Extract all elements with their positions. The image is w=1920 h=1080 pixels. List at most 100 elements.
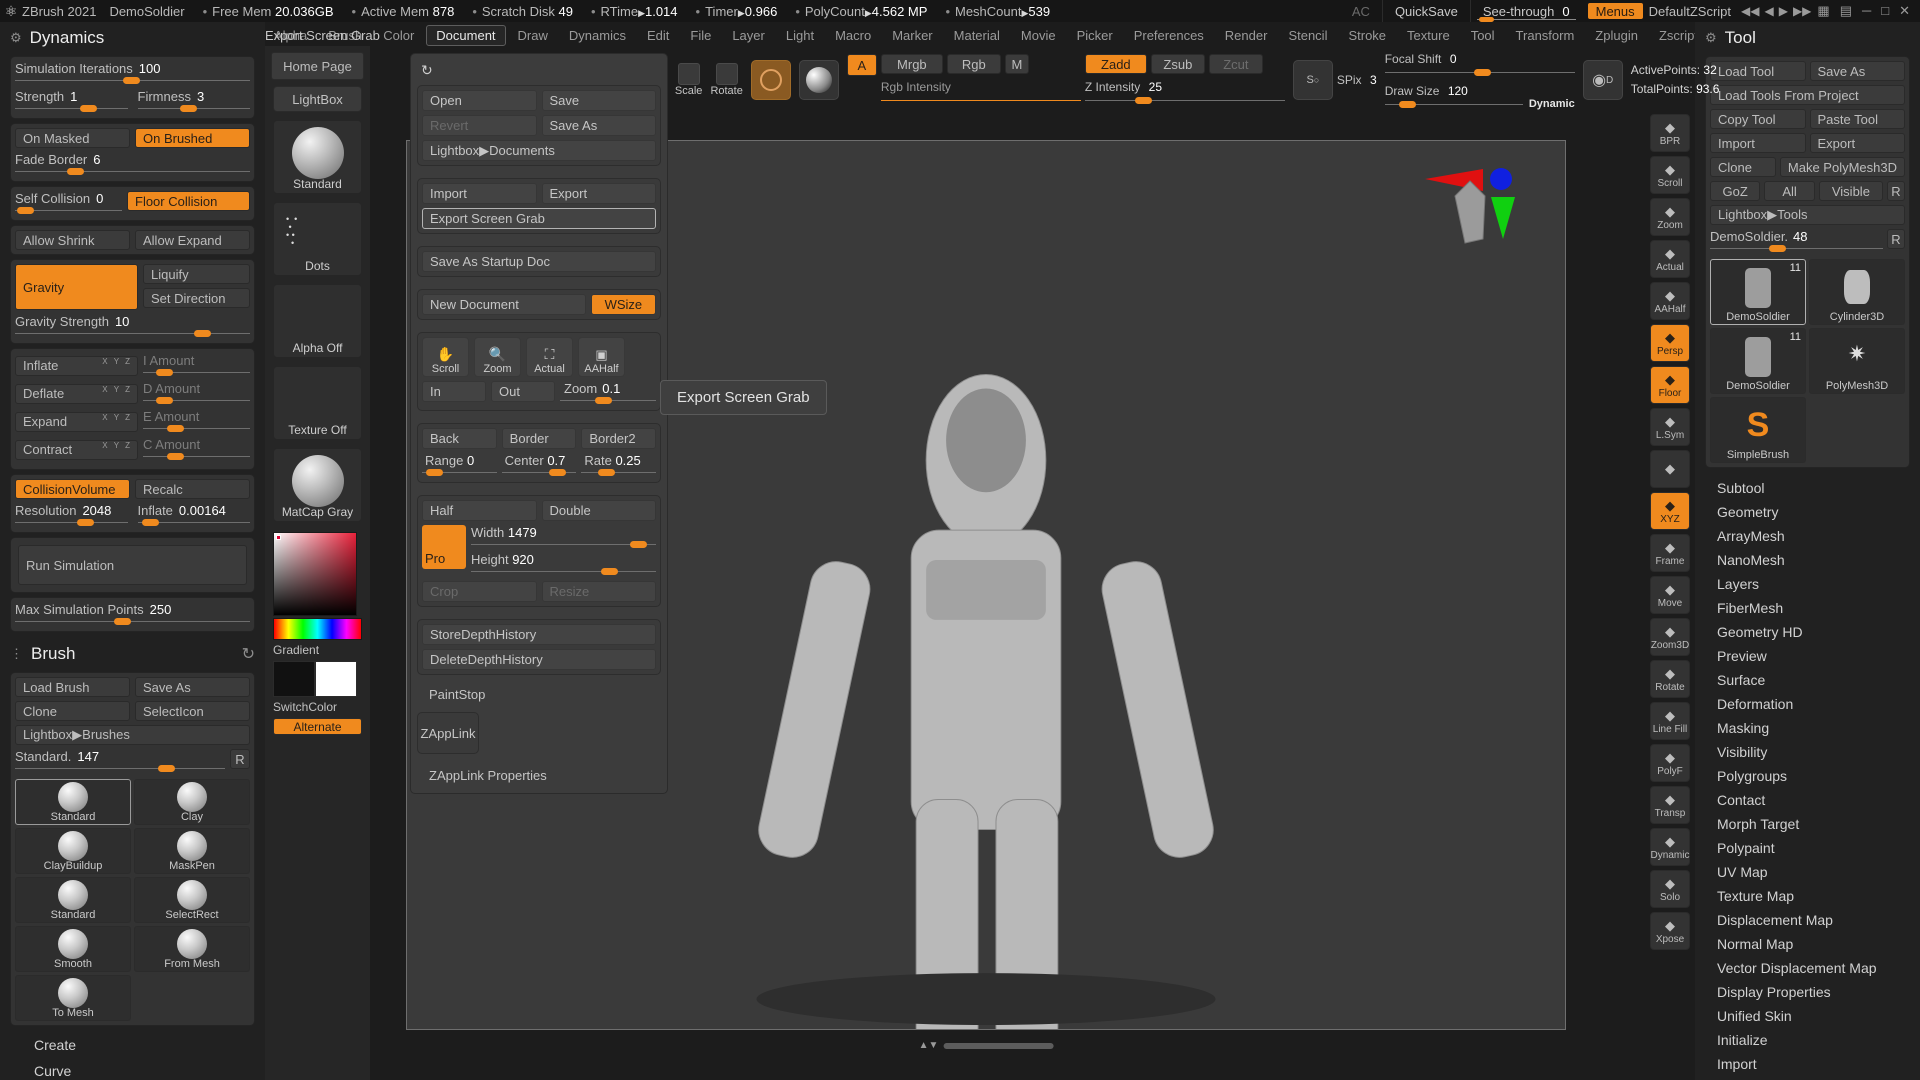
tool-thumb-demosoldier[interactable]: 11 DemoSoldier [1710, 259, 1806, 325]
right-tool-frame[interactable]: ◆ Frame [1650, 534, 1690, 572]
store-depth-history-button[interactable]: StoreDepthHistory [422, 624, 656, 645]
right-tool-rotate[interactable]: ◆ Rotate [1650, 660, 1690, 698]
right-tool-zoom[interactable]: ◆ Zoom [1650, 198, 1690, 236]
dynamics-palette-header[interactable]: ⚙ Dynamics [0, 22, 265, 52]
expand-button[interactable]: Expand X Y Z [15, 411, 138, 432]
menu-stroke[interactable]: Stroke [1339, 26, 1395, 45]
menu-stencil[interactable]: Stencil [1279, 26, 1336, 45]
brush-r-badge[interactable]: R [230, 749, 250, 769]
rgb-button[interactable]: Rgb [946, 54, 1001, 74]
z-intensity-slider[interactable]: Z Intensity 25 [1084, 78, 1285, 106]
strip-item-texture-off[interactable]: Texture Off [273, 366, 362, 440]
export-screen-grab-menu-item[interactable]: Export Screen Grab [422, 208, 656, 229]
crop-button[interactable]: Crop [422, 581, 537, 602]
run-simulation-button[interactable]: Run Simulation [18, 545, 247, 585]
tool-section-texture-map[interactable]: Texture Map [1695, 884, 1920, 908]
floor-collision-button[interactable]: Floor Collision [127, 191, 250, 211]
right-tool-transp[interactable]: ◆ Transp [1650, 786, 1690, 824]
tool-section-unified-skin[interactable]: Unified Skin [1695, 1004, 1920, 1028]
simulation-iterations-slider[interactable]: Simulation Iterations 100 [15, 61, 250, 86]
home-page-button[interactable]: Home Page [271, 52, 364, 80]
load-brush-button[interactable]: Load Brush [15, 677, 130, 697]
border-button[interactable]: Border [501, 428, 577, 449]
menu-zplugin[interactable]: Zplugin [1586, 26, 1647, 45]
see-through-slider[interactable]: See-through 0 [1469, 0, 1582, 22]
tool-section-polygroups[interactable]: Polygroups [1695, 764, 1920, 788]
menu-marker[interactable]: Marker [883, 26, 941, 45]
all-button[interactable]: All [1764, 181, 1815, 201]
menu-material[interactable]: Material [945, 26, 1009, 45]
right-tool-xyz[interactable]: ◆ XYZ [1650, 492, 1690, 530]
scroll-doc-button[interactable]: ✋ Scroll [422, 337, 469, 377]
menus-button[interactable]: Menus [1587, 3, 1643, 19]
strip-item-standard[interactable]: Standard [273, 120, 362, 194]
strength-slider[interactable]: Strength 1 [15, 89, 128, 114]
right-tool-aahalf[interactable]: ◆ AAHalf [1650, 282, 1690, 320]
lightbox-tools-button[interactable]: Lightbox▶Tools [1710, 205, 1905, 225]
material-swatch-button[interactable] [750, 60, 791, 100]
draw-size-slider[interactable]: Draw Size 120 [1384, 82, 1523, 110]
tool-palette-header[interactable]: ⚙ Tool [1695, 22, 1920, 52]
a-button[interactable]: A [846, 54, 877, 76]
tool-section-surface[interactable]: Surface [1695, 668, 1920, 692]
step-fwd-icon[interactable]: ▶▶ [1793, 4, 1811, 18]
double-button[interactable]: Double [541, 500, 656, 521]
spix-button[interactable]: S ○ [1292, 60, 1333, 100]
copy-tool-button[interactable]: Copy Tool [1710, 109, 1806, 129]
height-slider[interactable]: Height 920 [471, 552, 656, 577]
right-tool-persp[interactable]: ◆ Persp [1650, 324, 1690, 362]
menu-render[interactable]: Render [1216, 26, 1277, 45]
lightbox-documents-menu-item[interactable]: Lightbox▶Documents [422, 140, 656, 161]
set-direction-button[interactable]: Set Direction [143, 288, 250, 308]
delete-depth-history-button[interactable]: DeleteDepthHistory [422, 649, 656, 670]
right-tool-polyf[interactable]: ◆ PolyF [1650, 744, 1690, 782]
contract-button[interactable]: Contract X Y Z [15, 439, 138, 460]
tool-section-arraymesh[interactable]: ArrayMesh [1695, 524, 1920, 548]
tool-r-badge[interactable]: R [1887, 229, 1905, 249]
brush-thumb-selectrect[interactable]: SelectRect [134, 877, 250, 923]
tool-section-deformation[interactable]: Deformation [1695, 692, 1920, 716]
right-tool-actual[interactable]: ◆ Actual [1650, 240, 1690, 278]
on-masked-button[interactable]: On Masked [15, 128, 130, 148]
menu-preferences[interactable]: Preferences [1125, 26, 1213, 45]
left-section-curve[interactable]: Curve [0, 1058, 265, 1080]
tool-section-geometry-hd[interactable]: Geometry HD [1695, 620, 1920, 644]
expand-amount-slider[interactable]: E Amount [143, 409, 250, 434]
menu-edit[interactable]: Edit [638, 26, 678, 45]
allow-expand-button[interactable]: Allow Expand [135, 230, 250, 250]
menu-draw[interactable]: Draw [509, 26, 557, 45]
deflate-button[interactable]: Deflate X Y Z [15, 383, 138, 404]
tool-section-morph-target[interactable]: Morph Target [1695, 812, 1920, 836]
grid-icon[interactable]: ▦ [1817, 3, 1829, 19]
maximize-icon[interactable]: □ [1881, 3, 1889, 19]
inflate-slider[interactable]: Inflate 0.00164 [137, 503, 250, 528]
center-slider[interactable]: Center 0.7 [501, 453, 577, 478]
resize-button[interactable]: Resize [541, 581, 656, 602]
resolution-slider[interactable]: Resolution 2048 [15, 503, 128, 528]
quicksave-button[interactable]: QuickSave [1381, 0, 1470, 22]
close-icon[interactable]: ✕ [1899, 3, 1910, 19]
deflate-amount-slider[interactable]: D Amount [143, 381, 250, 406]
back-button[interactable]: Back [422, 428, 497, 449]
tool-section-subtool[interactable]: Subtool [1695, 476, 1920, 500]
nav-gizmo[interactable] [1425, 151, 1535, 261]
tool-section-import[interactable]: Import [1695, 1052, 1920, 1076]
secondary-color-swatch[interactable] [315, 661, 357, 697]
collision-volume-button[interactable]: CollisionVolume [15, 479, 130, 499]
right-tool-linefill[interactable]: ◆ Line Fill [1650, 702, 1690, 740]
inflate-button[interactable]: Inflate X Y Z [15, 355, 138, 376]
wsize-toggle[interactable]: WSize [590, 294, 656, 315]
dynamic-mode-button[interactable]: ◉ D [1582, 60, 1623, 100]
tool-name-slider[interactable]: DemoSoldier. 48 [1710, 229, 1883, 254]
step-back-icon[interactable]: ◀ [1764, 4, 1773, 18]
strip-item-alpha-off[interactable]: Alpha Off [273, 284, 362, 358]
standard-brush-slider[interactable]: Standard. 147 [15, 749, 225, 774]
brush-thumb-standard[interactable]: Standard [15, 877, 131, 923]
right-tool-solo[interactable]: ◆ Solo [1650, 870, 1690, 908]
menu-macro[interactable]: Macro [826, 26, 880, 45]
tool-section-uv-map[interactable]: UV Map [1695, 860, 1920, 884]
undo-icon[interactable]: ◀◀ [1741, 4, 1759, 18]
on-brushed-button[interactable]: On Brushed [135, 128, 250, 148]
menu-light[interactable]: Light [777, 26, 823, 45]
max-simulation-points-slider[interactable]: Max Simulation Points 250 [15, 602, 250, 627]
